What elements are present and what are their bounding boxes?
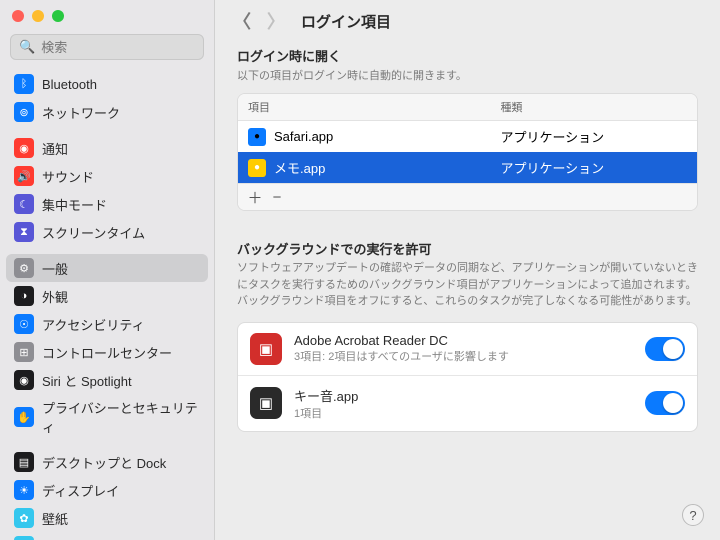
app-icon: ● (248, 159, 266, 177)
sidebar-item-notifications[interactable]: ◉ 通知 (6, 134, 208, 162)
sidebar-item-display[interactable]: ☀ ディスプレイ (6, 476, 208, 504)
desktop-icon: ▤ (14, 452, 34, 472)
screensaver-icon: ▦ (14, 536, 34, 540)
sidebar-item-network[interactable]: ⊚ ネットワーク (6, 98, 208, 126)
sidebar-item-label: プライバシーとセキュリティ (42, 398, 200, 436)
page-title: ログイン項目 (301, 11, 391, 32)
screentime-icon: ⧗ (14, 222, 34, 242)
bg-item-name: Adobe Acrobat Reader DC (294, 333, 633, 348)
controlcenter-icon: ⊞ (14, 342, 34, 362)
sidebar-item-desktop[interactable]: ▤ デスクトップと Dock (6, 448, 208, 476)
col-kind: 種類 (490, 94, 697, 120)
search-box[interactable]: 🔍 (10, 34, 204, 60)
bg-toggle[interactable] (645, 391, 685, 415)
sidebar-item-label: スクリーンセーバ (42, 537, 145, 540)
sidebar-item-label: 通知 (42, 139, 68, 158)
sidebar-item-label: コントロールセンター (42, 343, 172, 362)
sidebar-item-label: スクリーンタイム (42, 223, 145, 242)
row-kind: アプリケーション (490, 152, 697, 183)
row-name: メモ.app (274, 158, 325, 177)
sidebar-item-controlcenter[interactable]: ⊞ コントロールセンター (6, 338, 208, 366)
col-item: 項目 (238, 94, 490, 120)
sidebar-item-wallpaper[interactable]: ✿ 壁紙 (6, 504, 208, 532)
sidebar-item-screensaver[interactable]: ▦ スクリーンセーバ (6, 532, 208, 540)
background-section: バックグラウンドでの実行を許可 ソフトウェアアップデートの確認やデータの同期など… (237, 239, 698, 432)
bg-app-icon: ▣ (250, 387, 282, 419)
sidebar-item-screentime[interactable]: ⧗ スクリーンタイム (6, 218, 208, 246)
accessibility-icon: ☉ (14, 314, 34, 334)
bg-item: ▣ キー音.app1項目 (238, 375, 697, 431)
notifications-icon: ◉ (14, 138, 34, 158)
sidebar-item-label: 外観 (42, 287, 68, 306)
bg-section-title: バックグラウンドでの実行を許可 (237, 239, 698, 258)
bg-items-panel: ▣ Adobe Acrobat Reader DC3項目: 2項目はすべてのユーザ… (237, 322, 698, 432)
sidebar-item-accessibility[interactable]: ☉ アクセシビリティ (6, 310, 208, 338)
table-header: 項目 種類 (238, 94, 697, 121)
bluetooth-icon: ᛒ (14, 74, 34, 94)
search-container: 🔍 (10, 34, 204, 60)
bg-item: ▣ Adobe Acrobat Reader DC3項目: 2項目はすべてのユーザ… (238, 323, 697, 375)
row-kind: アプリケーション (490, 121, 697, 152)
search-icon: 🔍 (19, 39, 35, 55)
add-button[interactable]: ＋ (244, 187, 266, 207)
back-button[interactable]: 〈 (233, 8, 251, 34)
sidebar-item-label: ディスプレイ (42, 481, 119, 500)
sidebar-item-label: ネットワーク (42, 103, 120, 122)
sidebar-item-sound[interactable]: 🔊 サウンド (6, 162, 208, 190)
sidebar-item-label: デスクトップと Dock (42, 453, 166, 472)
sidebar-item-general[interactable]: ⚙ 一般 (6, 254, 208, 282)
login-section-title: ログイン時に開く (237, 46, 698, 65)
sidebar-item-label: Siri と Spotlight (42, 371, 132, 390)
window-controls (0, 0, 214, 30)
sidebar-item-appearance[interactable]: ◑ 外観 (6, 282, 208, 310)
sidebar-item-label: 集中モード (42, 195, 107, 214)
appearance-icon: ◑ (14, 286, 34, 306)
sidebar-nav: ᛒ Bluetooth ⊚ ネットワーク ◉ 通知 🔊 サウンド ☾ 集中モード ⧗ スクリーンタイム… (0, 70, 214, 540)
remove-button[interactable]: − (266, 187, 288, 207)
app-icon: ● (248, 128, 266, 146)
bg-item-sub: 3項目: 2項目はすべてのユーザに影響します (294, 348, 633, 364)
help-button[interactable]: ? (682, 504, 704, 526)
sidebar-item-label: アクセシビリティ (42, 315, 145, 334)
login-items-panel: 項目 種類 ● Safari.app アプリケーション ● メモ.app アプリケーション… (237, 93, 698, 211)
row-name: Safari.app (274, 129, 333, 144)
sidebar-item-label: サウンド (42, 167, 94, 186)
search-input[interactable] (41, 40, 195, 55)
close-dot[interactable] (12, 10, 24, 22)
sidebar-item-label: 壁紙 (42, 509, 68, 528)
network-icon: ⊚ (14, 102, 34, 122)
login-section-subtitle: 以下の項目がログイン時に自動的に開きます。 (237, 67, 698, 83)
bg-toggle[interactable] (645, 337, 685, 361)
privacy-icon: ✋ (14, 407, 34, 427)
bg-section-desc: ソフトウェアアップデートの確認やデータの同期など、アプリケーションが開いていない… (237, 260, 698, 310)
focus-icon: ☾ (14, 194, 34, 214)
sidebar-item-bluetooth[interactable]: ᛒ Bluetooth (6, 70, 208, 98)
minimize-dot[interactable] (32, 10, 44, 22)
sidebar-item-focus[interactable]: ☾ 集中モード (6, 190, 208, 218)
general-icon: ⚙ (14, 258, 34, 278)
login-open-section: ログイン時に開く 以下の項目がログイン時に自動的に開きます。 項目 種類 ● Sa… (237, 46, 698, 211)
sidebar-item-siri[interactable]: ◉ Siri と Spotlight (6, 366, 208, 394)
display-icon: ☀ (14, 480, 34, 500)
bg-app-icon: ▣ (250, 333, 282, 365)
wallpaper-icon: ✿ (14, 508, 34, 528)
zoom-dot[interactable] (52, 10, 64, 22)
sidebar-item-label: Bluetooth (42, 77, 97, 92)
bg-item-name: キー音.app (294, 386, 633, 405)
table-row[interactable]: ● Safari.app アプリケーション (238, 121, 697, 152)
sound-icon: 🔊 (14, 166, 34, 186)
sidebar-item-label: 一般 (42, 259, 68, 278)
forward-button: 〉 (267, 8, 285, 34)
table-row[interactable]: ● メモ.app アプリケーション (238, 152, 697, 183)
siri-icon: ◉ (14, 370, 34, 390)
sidebar-item-privacy[interactable]: ✋ プライバシーとセキュリティ (6, 394, 208, 440)
table-actions: ＋ − (238, 183, 697, 210)
header: 〈 〉 ログイン項目 (215, 0, 720, 34)
bg-item-sub: 1項目 (294, 405, 633, 421)
